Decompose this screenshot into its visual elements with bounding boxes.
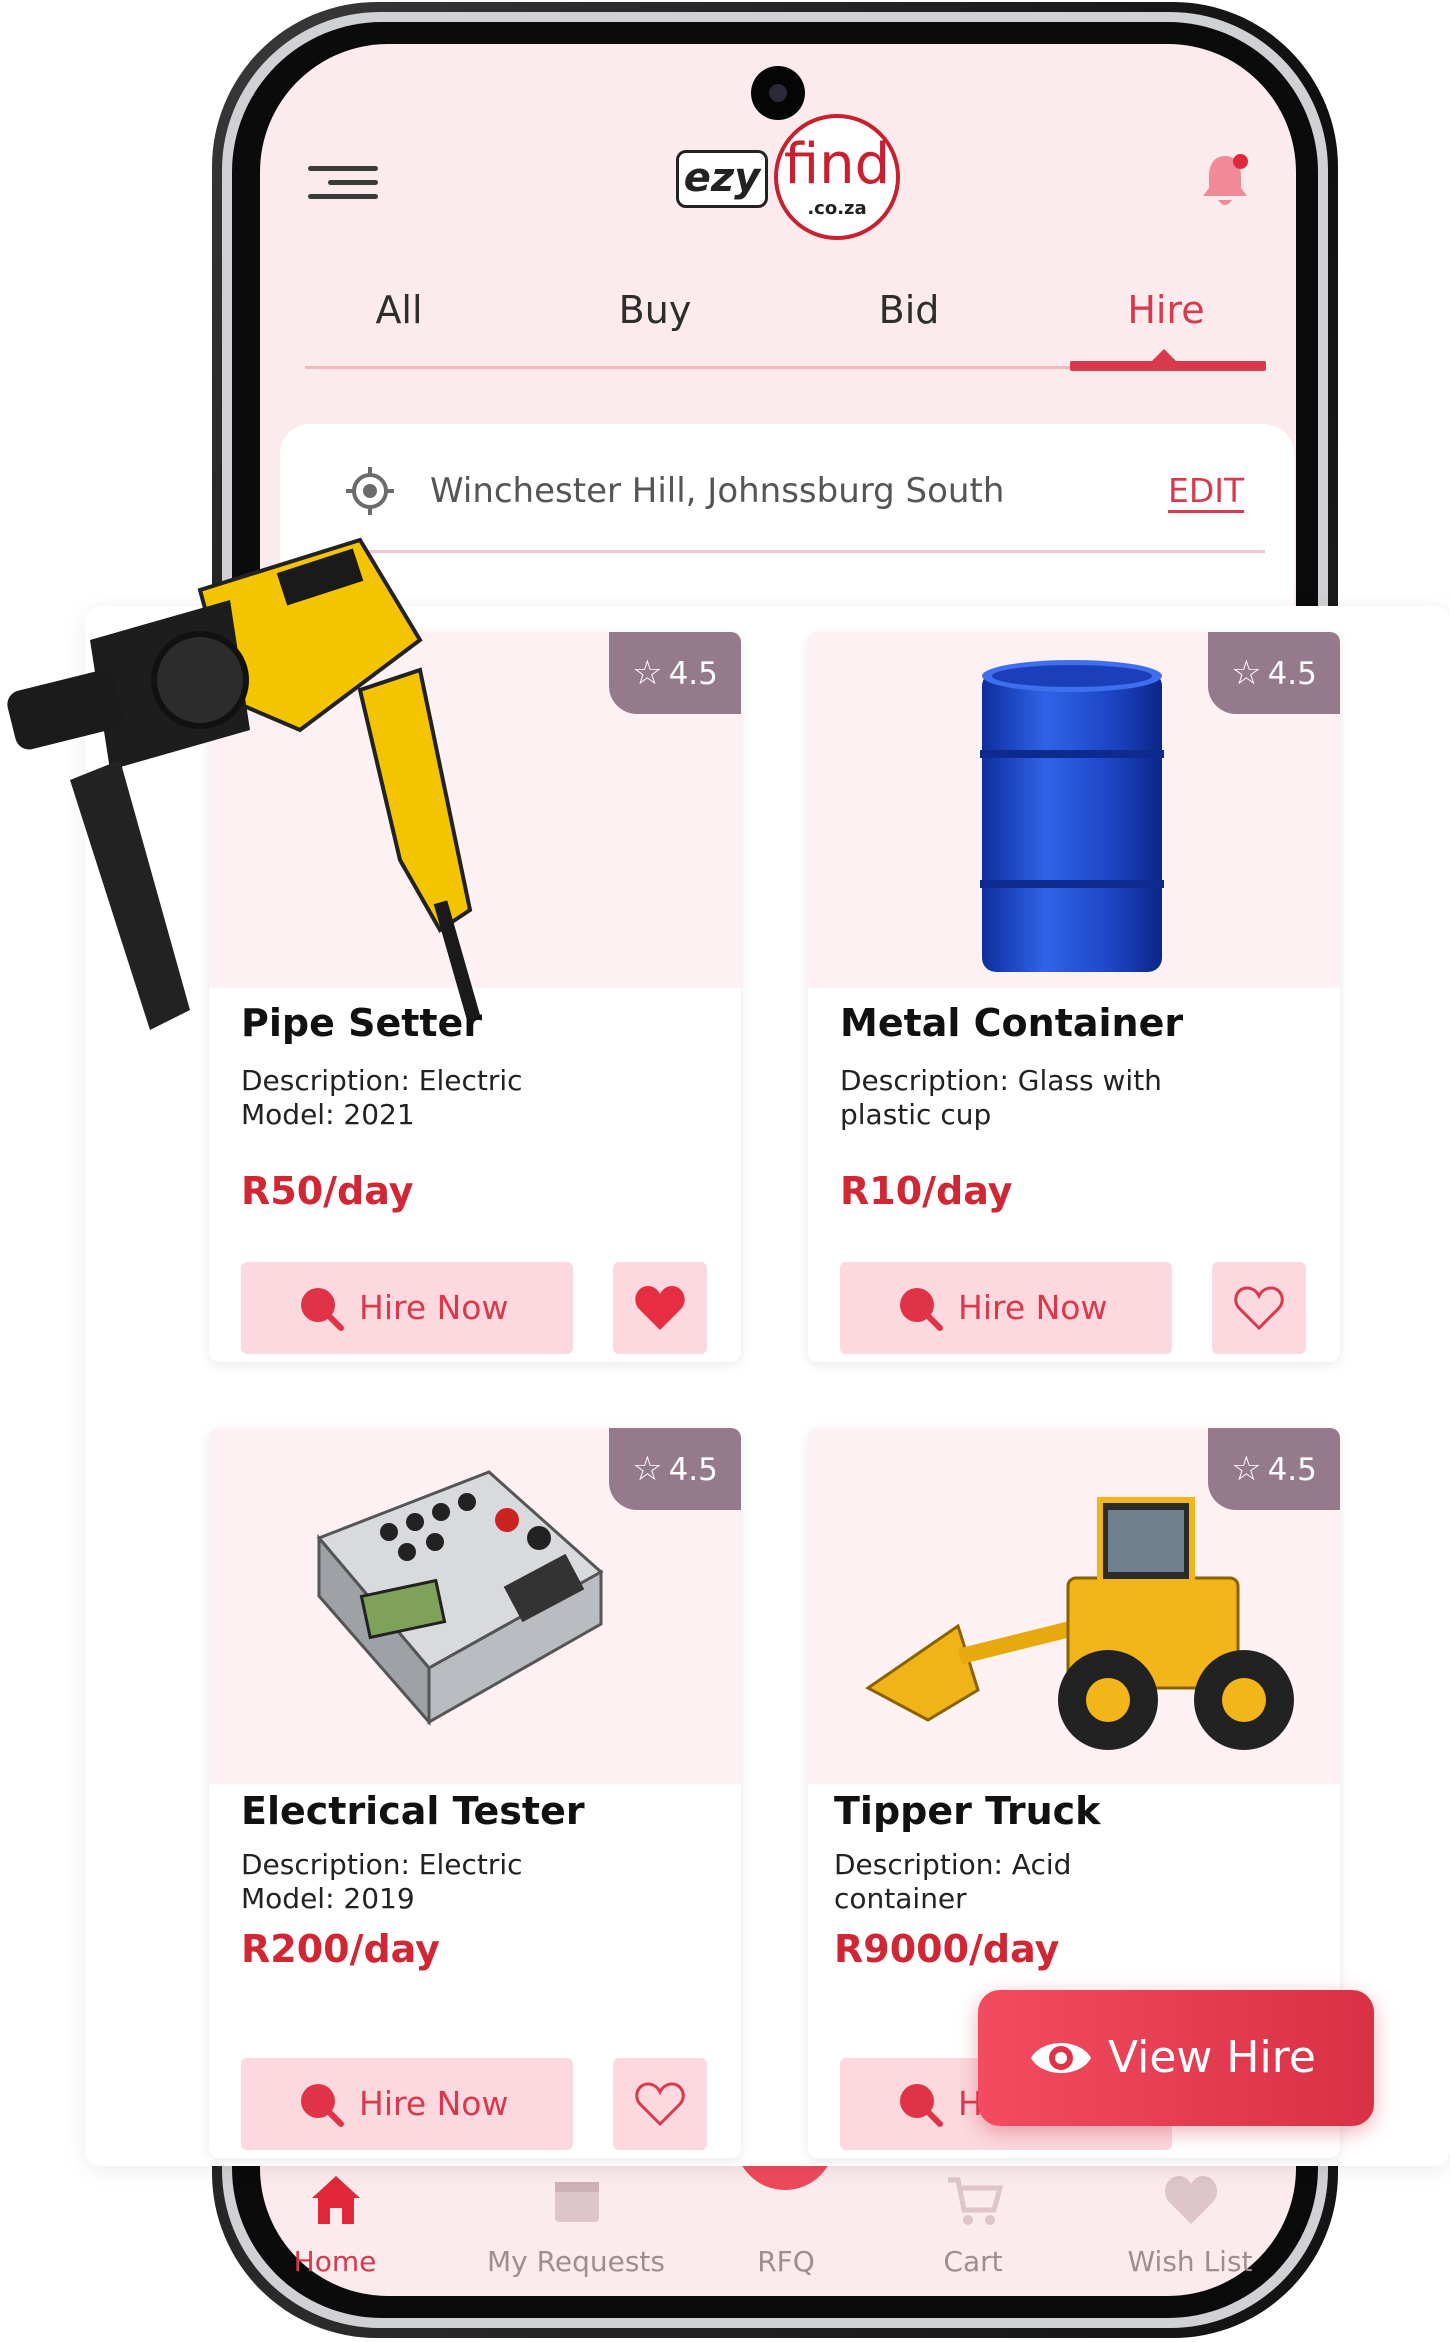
description-line: Description: Acid xyxy=(834,1848,1072,1881)
tab-all[interactable]: All xyxy=(299,280,499,340)
nav-wish-list[interactable]: Wish List xyxy=(1095,2170,1285,2290)
rating-badge: ☆ 4.5 xyxy=(609,1428,741,1510)
wishlist-button[interactable] xyxy=(613,2058,707,2150)
nav-label: Wish List xyxy=(1127,2245,1253,2278)
star-icon: ☆ xyxy=(1231,653,1262,693)
tab-hire[interactable]: Hire xyxy=(1066,280,1266,340)
product-price: R200/day xyxy=(241,1927,440,1971)
product-price: R10/day xyxy=(840,1169,1013,1213)
hire-now-button[interactable]: Hire Now xyxy=(840,1262,1172,1354)
hire-now-button[interactable]: Hire Now xyxy=(241,2058,573,2150)
search-icon xyxy=(301,2084,344,2127)
star-icon: ☆ xyxy=(632,1449,663,1489)
search-icon xyxy=(301,1288,344,1331)
category-tabs: All Buy Bid Hire xyxy=(305,280,1265,370)
front-camera xyxy=(751,66,805,120)
nav-label: My Requests xyxy=(487,2245,665,2278)
description-line: Model: 2021 xyxy=(241,1098,415,1131)
app-showcase: ezy find .co.za All Buy Bid Hire Winches… xyxy=(0,0,1450,2342)
hire-now-label: Hire Now xyxy=(958,1288,1108,1327)
ezyfind-logo: ezy find .co.za xyxy=(676,112,906,240)
nav-cart[interactable]: Cart xyxy=(878,2170,1068,2290)
bottom-navigation: Home My Requests RFQ Cart Wish List xyxy=(260,2170,1296,2300)
nav-label: Home xyxy=(293,2245,377,2278)
nav-home[interactable]: Home xyxy=(240,2170,430,2290)
rating-value: 4.5 xyxy=(1267,656,1317,692)
notification-dot xyxy=(1233,154,1248,169)
rating-badge: ☆ 4.5 xyxy=(1208,632,1340,714)
nav-label: Cart xyxy=(943,2245,1003,2278)
description-line: container xyxy=(834,1882,967,1915)
power-drill-image xyxy=(7,537,481,1030)
wishlist-button[interactable] xyxy=(1212,1262,1306,1354)
description-line: Description: Electric xyxy=(241,1848,523,1881)
heart-outline-icon xyxy=(635,2082,685,2127)
rating-value: 4.5 xyxy=(1267,1452,1317,1488)
heart-outline-icon xyxy=(1234,1286,1284,1331)
product-description: Description: Glass with plastic cup xyxy=(840,1064,1310,1132)
view-hire-button[interactable]: View Hire xyxy=(978,1990,1374,2126)
hamburger-menu-icon[interactable] xyxy=(308,166,378,200)
search-icon xyxy=(900,2084,943,2127)
wishlist-button[interactable] xyxy=(613,1262,707,1354)
product-price: R50/day xyxy=(241,1169,414,1213)
tab-buy[interactable]: Buy xyxy=(555,280,755,340)
location-target-icon[interactable] xyxy=(344,465,396,517)
tab-indicator-notch xyxy=(1152,349,1176,361)
nav-label: RFQ xyxy=(757,2245,815,2278)
eye-icon xyxy=(1031,2043,1091,2073)
nav-rfq[interactable]: RFQ xyxy=(691,2170,881,2290)
description-line: Model: 2019 xyxy=(241,1882,415,1915)
cart-icon xyxy=(948,2177,1004,2225)
product-name: Metal Container xyxy=(840,1001,1184,1045)
logo-ezy-text: ezy xyxy=(676,150,768,208)
nav-my-requests[interactable]: My Requests xyxy=(481,2170,671,2290)
logo-find-text: find xyxy=(783,132,891,197)
hire-now-button[interactable]: Hire Now xyxy=(241,1262,573,1354)
hire-now-label: Hire Now xyxy=(359,2084,509,2123)
rating-badge: ☆ 4.5 xyxy=(1208,1428,1340,1510)
view-hire-label: View Hire xyxy=(1108,2032,1316,2083)
heart-icon xyxy=(1164,2176,1218,2224)
product-description: Description: Electric Model: 2019 xyxy=(241,1848,711,1916)
product-name: Electrical Tester xyxy=(241,1789,585,1833)
rating-badge: ☆ 4.5 xyxy=(609,632,741,714)
search-icon xyxy=(900,1288,943,1331)
product-name: Tipper Truck xyxy=(834,1789,1101,1833)
star-icon: ☆ xyxy=(1231,1449,1262,1489)
description-line: plastic cup xyxy=(840,1098,992,1131)
box-icon xyxy=(555,2182,599,2222)
tab-active-indicator xyxy=(1070,361,1266,371)
description-line: Description: Glass with xyxy=(840,1064,1162,1097)
product-price: R9000/day xyxy=(834,1927,1060,1971)
product-card-electrical-tester[interactable]: ☆ 4.5 Electrical Tester Description: Elec… xyxy=(209,1428,741,2158)
heart-filled-icon xyxy=(635,1286,685,1330)
home-icon xyxy=(312,2176,360,2224)
notification-bell-icon[interactable] xyxy=(1198,150,1252,210)
edit-location-button[interactable]: EDIT xyxy=(1168,466,1244,516)
product-description: Description: Acid container xyxy=(834,1848,1304,1916)
logo-domain-text: .co.za xyxy=(807,198,867,219)
hire-now-label: Hire Now xyxy=(359,1288,509,1327)
rating-value: 4.5 xyxy=(668,1452,718,1488)
rating-value: 4.5 xyxy=(668,656,718,692)
tab-bid[interactable]: Bid xyxy=(809,280,1009,340)
star-icon: ☆ xyxy=(632,653,663,693)
product-card-metal-container[interactable]: ☆ 4.5 Metal Container Description: Glass … xyxy=(808,632,1340,1362)
location-address: Winchester Hill, Johnssburg South xyxy=(430,471,1005,511)
